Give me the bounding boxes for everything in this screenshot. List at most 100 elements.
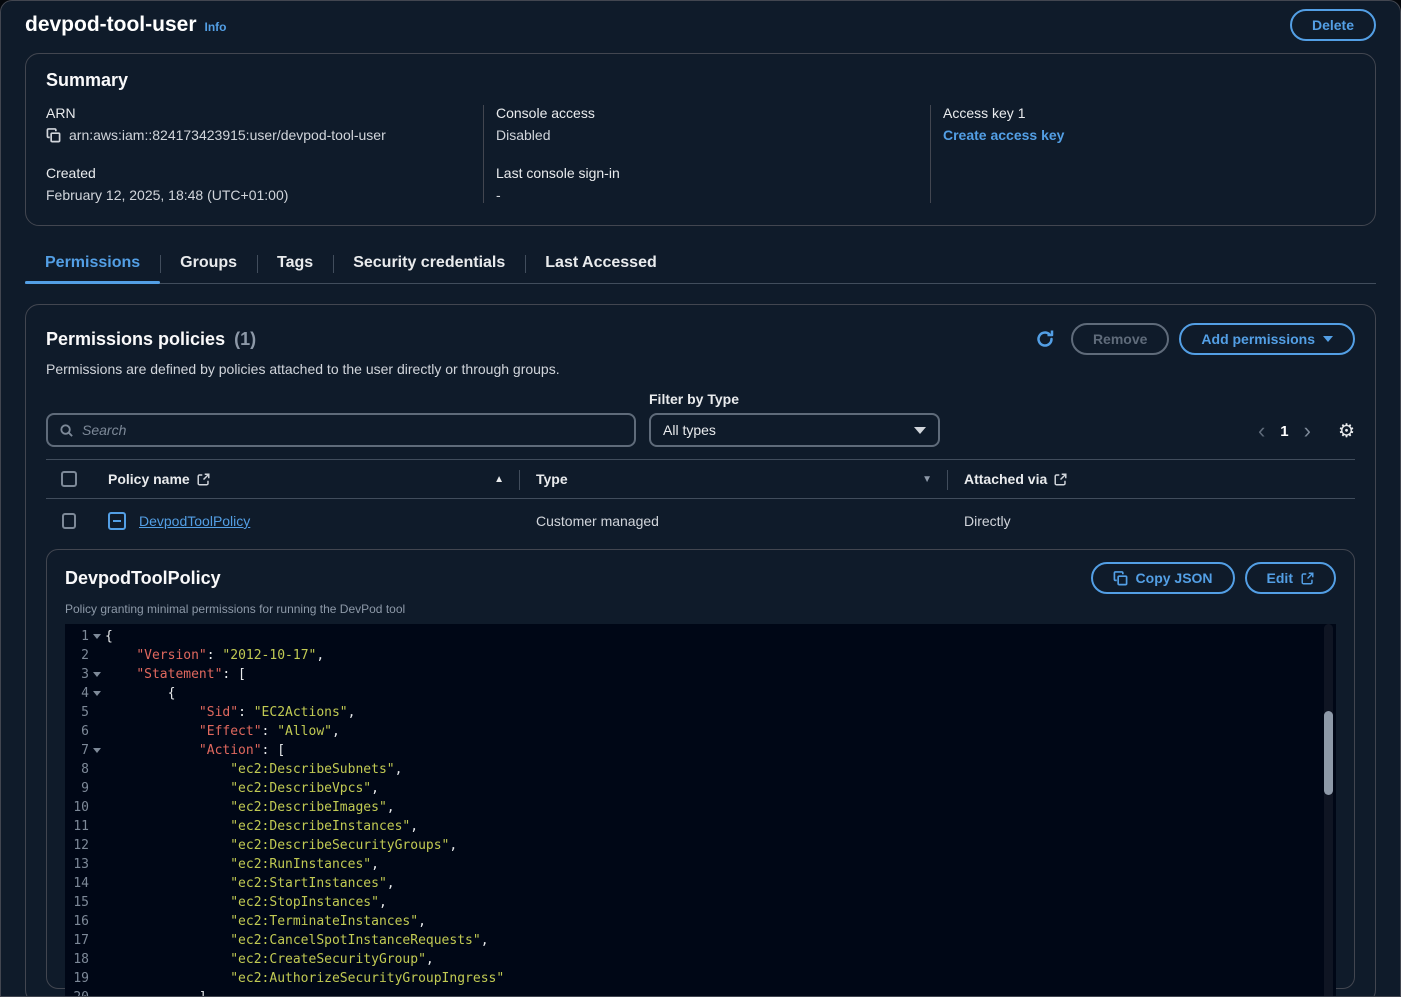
table-header-row: Policy name ▲ Type ▼ Attached via — [46, 459, 1355, 499]
copy-json-label: Copy JSON — [1136, 570, 1213, 586]
editor-scrollbar-thumb[interactable] — [1324, 711, 1333, 795]
policies-table: Policy name ▲ Type ▼ Attached via — [46, 459, 1355, 543]
search-icon — [59, 423, 74, 438]
row-checkbox[interactable] — [62, 513, 76, 529]
policy-name-link[interactable]: DevpodToolPolicy — [139, 513, 250, 529]
code-line-15: 15 "ec2:StopInstances", — [65, 893, 1336, 912]
code-line-8: 8 "ec2:DescribeSubnets", — [65, 760, 1336, 779]
filter-row: Filter by Type All types ‹ 1 › ⚙ — [46, 391, 1355, 447]
permissions-policies-panel: Permissions policies (1) Remove Add perm… — [25, 304, 1376, 997]
fold-toggle-icon[interactable] — [89, 741, 103, 760]
policy-detail-title: DevpodToolPolicy — [65, 568, 221, 589]
fold-toggle-icon[interactable] — [89, 665, 103, 684]
settings-gear-icon[interactable]: ⚙ — [1338, 422, 1355, 441]
access-key-label: Access key 1 — [943, 105, 1355, 121]
filter-by-type-label: Filter by Type — [649, 391, 940, 407]
search-box[interactable] — [46, 413, 636, 447]
current-page[interactable]: 1 — [1280, 423, 1288, 440]
policy-name-header-label: Policy name — [108, 471, 190, 487]
column-attached-via[interactable]: Attached via — [948, 460, 1355, 498]
column-type[interactable]: Type ▼ — [520, 460, 948, 498]
external-link-icon — [1301, 572, 1314, 585]
code-line-17: 17 "ec2:CancelSpotInstanceRequests", — [65, 931, 1336, 950]
arn-value: arn:aws:iam::824173423915:user/devpod-to… — [69, 127, 386, 143]
create-access-key-link[interactable]: Create access key — [943, 127, 1064, 143]
code-line-2: 2 "Version": "2012-10-17", — [65, 646, 1336, 665]
permissions-policies-label: Permissions policies — [46, 329, 225, 349]
console-access-label: Console access — [496, 105, 930, 121]
policy-detail-panel: DevpodToolPolicy Copy JSON Edit — [46, 549, 1355, 989]
tab-groups[interactable]: Groups — [160, 246, 257, 283]
add-permissions-button[interactable]: Add permissions — [1179, 323, 1355, 355]
arn-field: ARN arn:aws:iam::824173423915:user/devpo… — [46, 105, 483, 143]
code-lines: 1{2 "Version": "2012-10-17",3 "Statement… — [65, 627, 1336, 997]
type-header-label: Type — [536, 471, 568, 487]
permissions-description: Permissions are defined by policies atta… — [46, 361, 1355, 377]
last-signin-value: - — [496, 187, 930, 203]
code-line-6: 6 "Effect": "Allow", — [65, 722, 1336, 741]
summary-heading: Summary — [46, 70, 1355, 91]
created-field: Created February 12, 2025, 18:48 (UTC+01… — [46, 165, 483, 203]
policy-count: (1) — [234, 329, 256, 349]
external-link-icon — [1054, 473, 1067, 486]
code-line-19: 19 "ec2:AuthorizeSecurityGroupIngress" — [65, 969, 1336, 988]
search-input[interactable] — [82, 422, 623, 438]
column-policy-name[interactable]: Policy name ▲ — [92, 460, 520, 498]
console-access-value: Disabled — [496, 127, 930, 143]
fold-toggle-icon[interactable] — [89, 627, 103, 646]
copy-arn-icon[interactable] — [46, 128, 61, 143]
previous-page-icon[interactable]: ‹ — [1258, 420, 1265, 442]
remove-button[interactable]: Remove — [1071, 323, 1169, 355]
iam-user-page: devpod-tool-user Info Delete Summary ARN… — [0, 0, 1401, 997]
copy-json-button[interactable]: Copy JSON — [1091, 562, 1235, 594]
summary-grid: ARN arn:aws:iam::824173423915:user/devpo… — [46, 105, 1355, 203]
code-line-13: 13 "ec2:RunInstances", — [65, 855, 1336, 874]
policy-type: Customer managed — [520, 513, 948, 529]
code-line-10: 10 "ec2:DescribeImages", — [65, 798, 1336, 817]
code-line-12: 12 "ec2:DescribeSecurityGroups", — [65, 836, 1336, 855]
tab-last-accessed[interactable]: Last Accessed — [525, 246, 676, 283]
code-line-4: 4 { — [65, 684, 1336, 703]
code-line-1: 1{ — [65, 627, 1336, 646]
edit-label: Edit — [1267, 570, 1293, 586]
select-all-checkbox[interactable] — [61, 471, 77, 487]
collapse-row-icon[interactable] — [108, 512, 126, 530]
code-line-5: 5 "Sid": "EC2Actions", — [65, 703, 1336, 722]
created-value: February 12, 2025, 18:48 (UTC+01:00) — [46, 187, 483, 203]
code-line-18: 18 "ec2:CreateSecurityGroup", — [65, 950, 1336, 969]
last-signin-label: Last console sign-in — [496, 165, 930, 181]
policy-detail-header: DevpodToolPolicy Copy JSON Edit — [65, 562, 1336, 594]
external-link-icon — [197, 473, 210, 486]
chevron-down-icon — [1323, 336, 1333, 342]
code-line-9: 9 "ec2:DescribeVpcs", — [65, 779, 1336, 798]
tab-security-credentials[interactable]: Security credentials — [333, 246, 525, 283]
summary-card: Summary ARN arn:aws:iam::824173423915:us… — [25, 53, 1376, 226]
code-line-7: 7 "Action": [ — [65, 741, 1336, 760]
sort-icon[interactable]: ▼ — [922, 474, 932, 485]
info-link[interactable]: Info — [205, 20, 227, 34]
page-header: devpod-tool-user Info Delete — [1, 1, 1400, 41]
code-line-14: 14 "ec2:StartInstances", — [65, 874, 1336, 893]
created-label: Created — [46, 165, 483, 181]
pagination: ‹ 1 › ⚙ — [1258, 420, 1355, 447]
type-filter-value: All types — [663, 422, 716, 438]
edit-policy-button[interactable]: Edit — [1245, 562, 1336, 594]
console-access-field: Console access Disabled — [496, 105, 930, 143]
tab-permissions[interactable]: Permissions — [25, 246, 160, 283]
table-body: DevpodToolPolicy Customer managed Direct… — [46, 499, 1355, 543]
tab-tags[interactable]: Tags — [257, 246, 333, 283]
fold-toggle-icon[interactable] — [89, 684, 103, 703]
delete-button[interactable]: Delete — [1290, 9, 1376, 41]
sort-ascending-icon[interactable]: ▲ — [494, 474, 504, 485]
refresh-button[interactable] — [1029, 323, 1061, 355]
type-filter-select[interactable]: All types — [649, 413, 940, 447]
title-row: devpod-tool-user Info — [25, 13, 227, 37]
page-title: devpod-tool-user — [25, 13, 197, 37]
access-key-field: Access key 1 Create access key — [943, 105, 1355, 145]
code-line-16: 16 "ec2:TerminateInstances", — [65, 912, 1336, 931]
table-row[interactable]: DevpodToolPolicy Customer managed Direct… — [46, 499, 1355, 543]
tabs: PermissionsGroupsTagsSecurity credential… — [25, 246, 1376, 284]
policy-json-editor[interactable]: 1{2 "Version": "2012-10-17",3 "Statement… — [65, 624, 1336, 997]
next-page-icon[interactable]: › — [1304, 420, 1311, 442]
copy-icon — [1113, 571, 1128, 586]
